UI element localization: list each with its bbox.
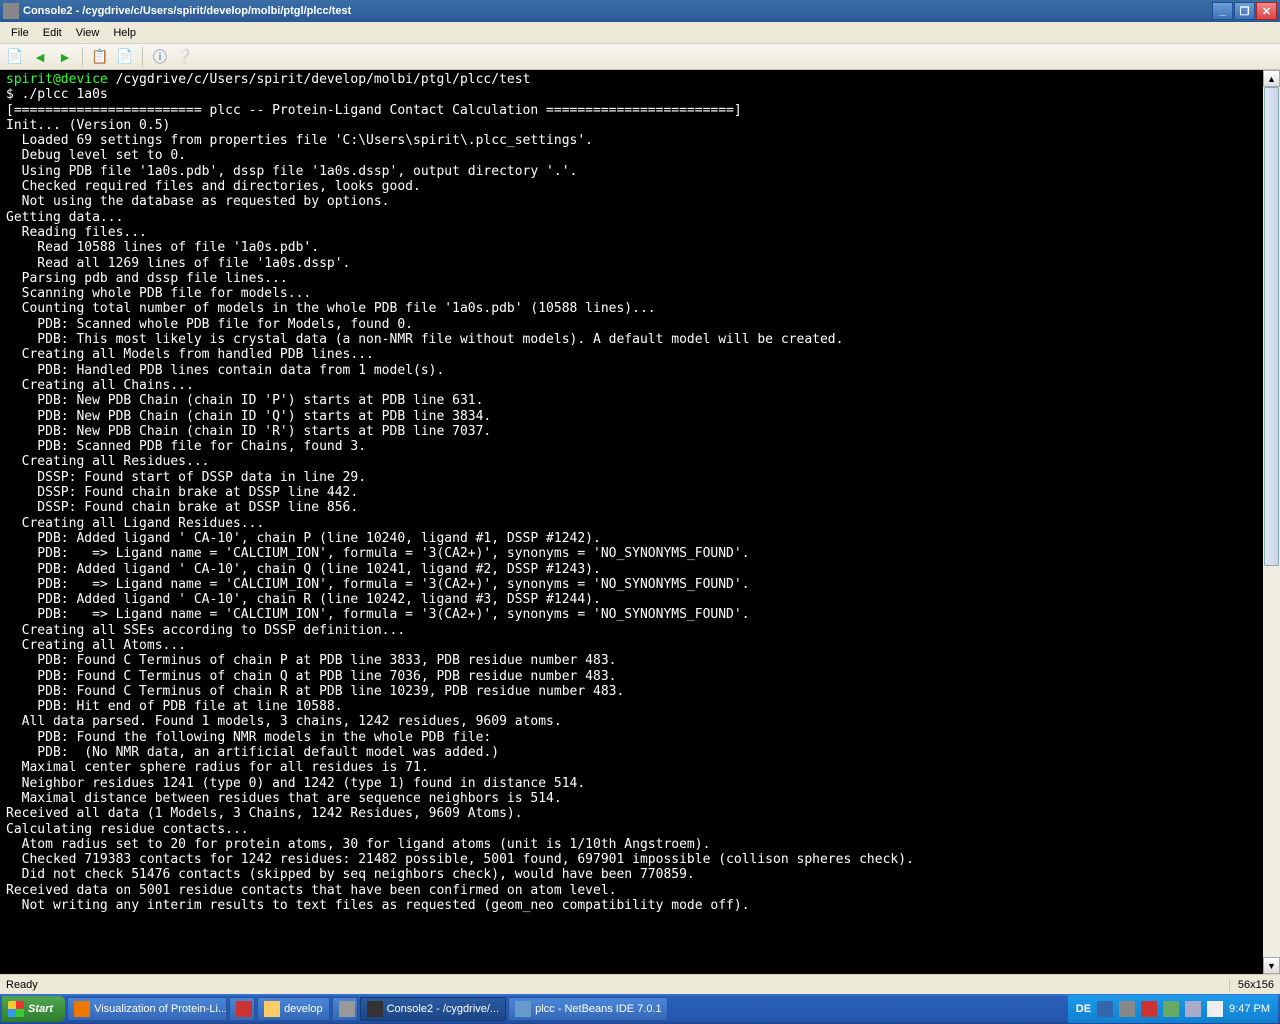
- tray-icon[interactable]: [1097, 1001, 1113, 1017]
- tray-clock[interactable]: 9:47 PM: [1229, 1003, 1270, 1015]
- maximize-button[interactable]: ❐: [1234, 2, 1255, 20]
- menu-view[interactable]: View: [69, 24, 107, 42]
- help-button[interactable]: ❔: [174, 46, 196, 68]
- nav-back-button[interactable]: ◄: [29, 46, 51, 68]
- menubar: File Edit View Help: [0, 22, 1280, 44]
- taskbar-item-app[interactable]: [229, 997, 255, 1021]
- app-icon: [339, 1001, 355, 1017]
- toolbar: 📄 ◄ ► 📋 📄 ⓘ ❔: [0, 44, 1280, 70]
- taskbar-item-label: Visualization of Protein-Li...: [94, 1003, 227, 1015]
- paste-button[interactable]: 📄: [114, 46, 136, 68]
- tray-volume-icon[interactable]: [1207, 1001, 1223, 1017]
- nav-forward-button[interactable]: ►: [54, 46, 76, 68]
- scroll-thumb[interactable]: [1264, 87, 1279, 566]
- new-tab-button[interactable]: 📄: [4, 46, 26, 68]
- scroll-up-arrow[interactable]: ▲: [1263, 70, 1280, 87]
- info-button[interactable]: ⓘ: [149, 46, 171, 68]
- tray-icon[interactable]: [1185, 1001, 1201, 1017]
- copy-button[interactable]: 📋: [89, 46, 111, 68]
- app-icon: [3, 3, 19, 19]
- window-title: Console2 - /cygdrive/c/Users/spirit/deve…: [23, 5, 1212, 17]
- windows-flag-icon: [8, 1001, 24, 1017]
- menu-file[interactable]: File: [4, 24, 36, 42]
- console-icon: [367, 1001, 383, 1017]
- taskbar-item-develop[interactable]: develop: [257, 997, 330, 1021]
- firefox-icon: [74, 1001, 90, 1017]
- taskbar-item-app2[interactable]: [332, 997, 358, 1021]
- menu-help[interactable]: Help: [106, 24, 143, 42]
- minimize-button[interactable]: _: [1212, 2, 1233, 20]
- tray-language[interactable]: DE: [1076, 1003, 1091, 1015]
- taskbar-item-label: Console2 - /cygdrive/...: [387, 1003, 500, 1015]
- close-button[interactable]: ✕: [1256, 2, 1277, 20]
- system-tray[interactable]: DE 9:47 PM: [1068, 995, 1278, 1023]
- start-button[interactable]: Start: [2, 996, 65, 1022]
- taskbar-item-netbeans[interactable]: plcc - NetBeans IDE 7.0.1: [508, 997, 668, 1021]
- scroll-down-arrow[interactable]: ▼: [1263, 957, 1280, 974]
- status-dimensions: 56x156: [1229, 979, 1274, 991]
- status-text: Ready: [6, 979, 38, 991]
- window-titlebar: Console2 - /cygdrive/c/Users/spirit/deve…: [0, 0, 1280, 22]
- toolbar-separator: [82, 47, 83, 67]
- tray-icon[interactable]: [1141, 1001, 1157, 1017]
- scroll-track[interactable]: [1263, 87, 1280, 957]
- statusbar: Ready 56x156: [0, 974, 1280, 994]
- console-area: spirit@device /cygdrive/c/Users/spirit/d…: [0, 70, 1280, 974]
- terminal-output[interactable]: spirit@device /cygdrive/c/Users/spirit/d…: [0, 70, 1263, 974]
- start-label: Start: [28, 1003, 53, 1015]
- netbeans-icon: [515, 1001, 531, 1017]
- tray-icon[interactable]: [1119, 1001, 1135, 1017]
- toolbar-separator: [142, 47, 143, 67]
- tray-icon[interactable]: [1163, 1001, 1179, 1017]
- taskbar: Start Visualization of Protein-Li... dev…: [0, 994, 1280, 1024]
- taskbar-item-label: develop: [284, 1003, 323, 1015]
- taskbar-item-label: plcc - NetBeans IDE 7.0.1: [535, 1003, 662, 1015]
- folder-icon: [264, 1001, 280, 1017]
- menu-edit[interactable]: Edit: [36, 24, 69, 42]
- app-icon: [236, 1001, 252, 1017]
- taskbar-item-firefox[interactable]: Visualization of Protein-Li...: [67, 997, 227, 1021]
- taskbar-item-console2[interactable]: Console2 - /cygdrive/...: [360, 997, 507, 1021]
- vertical-scrollbar[interactable]: ▲ ▼: [1263, 70, 1280, 974]
